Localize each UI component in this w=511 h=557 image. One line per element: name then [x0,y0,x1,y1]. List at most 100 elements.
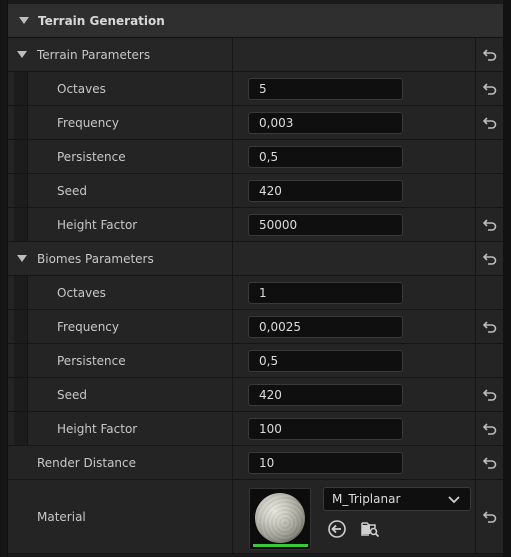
biome-seed-input[interactable]: 420 [248,384,403,406]
column-divider [232,412,233,445]
column-divider [232,242,233,275]
property-label: Material [37,509,86,524]
column-divider [232,208,233,241]
property-row-biome-height-factor: Height Factor 100 [8,412,503,446]
property-row-persistence: Persistence 0,5 [8,140,503,174]
reset-to-default-icon[interactable] [482,252,497,265]
column-divider [232,140,233,173]
property-label: Octaves [57,285,106,300]
property-row-biome-octaves: Octaves 1 [8,276,503,310]
indent-bar [14,208,28,241]
details-panel: Terrain Generation Terrain Parameters Oc… [0,0,511,557]
property-row-seed: Seed 420 [8,174,503,208]
property-label: Render Distance [37,455,137,470]
chevron-down-icon [448,496,460,504]
reset-to-default-icon[interactable] [482,82,497,95]
browse-button[interactable] [359,518,381,540]
material-combo[interactable]: M_Triplanar [323,487,471,511]
column-divider [232,106,233,139]
octaves-input[interactable]: 5 [248,78,403,100]
indent-bar [14,174,28,207]
terrain-generation-header[interactable]: Terrain Generation [8,4,503,38]
reset-to-default-icon[interactable] [482,116,497,129]
indent-bar [14,72,28,105]
reset-to-default-icon[interactable] [482,320,497,333]
indent-bar [14,378,28,411]
group-label: Biomes Parameters [37,251,154,266]
indent-bar [14,344,28,377]
reset-to-default-icon[interactable] [482,456,497,469]
reset-column-empty [475,344,503,377]
column-divider [232,378,233,411]
reset-button[interactable] [475,310,503,343]
browse-folder-icon[interactable] [360,519,380,539]
column-divider [232,446,233,479]
reset-button[interactable] [475,38,503,71]
section-title: Terrain Generation [38,13,165,28]
biome-height-factor-input[interactable]: 100 [248,418,403,440]
property-row-biome-frequency: Frequency 0,0025 [8,310,503,344]
property-label: Seed [57,183,87,198]
property-row-octaves: Octaves 5 [8,72,503,106]
reset-to-default-icon[interactable] [482,218,497,231]
reset-button[interactable] [475,72,503,105]
property-row-biome-seed: Seed 420 [8,378,503,412]
thumbnail-status-bar [253,544,308,547]
material-selected-value: M_Triplanar [332,492,401,506]
column-divider [232,38,233,71]
property-label: Persistence [57,149,126,164]
reset-column-empty [475,174,503,207]
height-factor-input[interactable]: 50000 [248,214,403,236]
persistence-input[interactable]: 0,5 [248,146,403,168]
indent-bar [14,310,28,343]
reset-to-default-icon[interactable] [482,48,497,61]
indent-bar [14,140,28,173]
biome-frequency-input[interactable]: 0,0025 [248,316,403,338]
property-label: Octaves [57,81,106,96]
indent-bar [14,106,28,139]
column-divider [232,344,233,377]
property-label: Frequency [57,319,119,334]
group-label: Terrain Parameters [37,47,151,62]
right-edge [503,0,511,557]
reset-button[interactable] [475,446,503,479]
property-label: Persistence [57,353,126,368]
property-row-material: Material M_Triplanar [8,480,503,554]
chevron-down-icon[interactable] [16,49,28,61]
biome-persistence-input[interactable]: 0,5 [248,350,403,372]
reset-button[interactable] [475,106,503,139]
column-divider [232,72,233,105]
reset-button[interactable] [475,242,503,275]
column-divider [232,480,233,553]
column-divider [232,276,233,309]
property-label: Height Factor [57,421,138,436]
terrain-parameters-header[interactable]: Terrain Parameters [8,38,503,72]
property-label: Height Factor [57,217,138,232]
seed-input[interactable]: 420 [248,180,403,202]
reset-button[interactable] [475,480,503,553]
property-row-render-distance: Render Distance 10 [8,446,503,480]
property-row-frequency: Frequency 0,003 [8,106,503,140]
reset-to-default-icon[interactable] [482,388,497,401]
column-divider [232,174,233,207]
use-selected-button[interactable] [326,518,348,540]
material-thumbnail[interactable] [249,488,311,550]
chevron-down-icon[interactable] [18,15,30,27]
render-distance-input[interactable]: 10 [248,452,403,474]
left-gutter [0,0,8,557]
property-label: Seed [57,387,87,402]
use-selected-arrow-icon[interactable] [327,519,347,539]
reset-to-default-icon[interactable] [482,510,497,523]
biomes-parameters-header[interactable]: Biomes Parameters [8,242,503,276]
biome-octaves-input[interactable]: 1 [248,282,403,304]
chevron-down-icon[interactable] [16,253,28,265]
reset-button[interactable] [475,378,503,411]
frequency-input[interactable]: 0,003 [248,112,403,134]
reset-button[interactable] [475,208,503,241]
reset-to-default-icon[interactable] [482,422,497,435]
reset-button[interactable] [475,412,503,445]
property-label: Frequency [57,115,119,130]
indent-bar [14,276,28,309]
column-divider [232,310,233,343]
property-row-height-factor: Height Factor 50000 [8,208,503,242]
